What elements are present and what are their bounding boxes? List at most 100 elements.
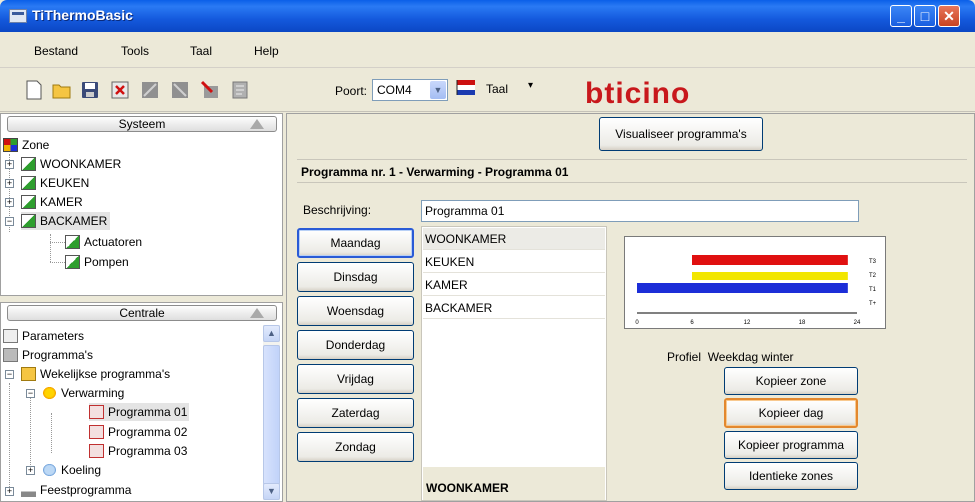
expand-icon[interactable]: + <box>5 179 14 188</box>
centrale-header-label: Centrale <box>119 306 165 320</box>
tree-root-label: Zone <box>22 138 50 152</box>
copy-zone-button[interactable]: Kopieer zone <box>724 367 858 395</box>
tree-verwarming[interactable]: Verwarming <box>42 384 124 402</box>
tree-zone-woonkamer[interactable]: WOONKAMER <box>21 155 121 173</box>
tree-zone-keuken[interactable]: KEUKEN <box>21 174 89 192</box>
zone-list-item[interactable]: KAMER <box>423 274 605 296</box>
menu-tools[interactable]: Tools <box>121 44 149 58</box>
save-icon[interactable] <box>80 80 100 100</box>
day-button-zondag[interactable]: Zondag <box>297 432 414 462</box>
visualize-programs-button[interactable]: Visualiseer programma's <box>599 117 763 151</box>
centrale-header[interactable]: Centrale <box>7 305 277 321</box>
tree-programma-01[interactable]: Programma 01 <box>89 403 190 421</box>
pump-icon <box>65 255 80 269</box>
tree-zone-label: KAMER <box>40 195 83 209</box>
tree-programma-03[interactable]: Programma 03 <box>89 442 187 460</box>
systeem-header[interactable]: Systeem <box>7 116 277 132</box>
send-icon[interactable] <box>140 80 160 100</box>
chart-x-tick: 18 <box>799 320 806 326</box>
tree-zone-backamer[interactable]: BACKAMER <box>21 212 111 230</box>
port-value: COM4 <box>377 83 412 97</box>
menu-help[interactable]: Help <box>254 44 279 58</box>
tree-zone-label: WOONKAMER <box>40 157 122 171</box>
chevron-down-icon[interactable]: ▼ <box>430 81 446 99</box>
day-button-zaterdag[interactable]: Zaterdag <box>297 398 414 428</box>
chart-level-label: T1 <box>869 287 877 293</box>
tree-feestprogramma[interactable]: Feestprogramma <box>21 481 131 499</box>
language-dropdown-icon[interactable]: ▾ <box>528 80 533 91</box>
day-button-woensdag[interactable]: Woensdag <box>297 296 414 326</box>
description-input[interactable]: Programma 01 <box>421 200 859 222</box>
scroll-up-icon[interactable]: ▲ <box>263 325 280 342</box>
identical-zones-button[interactable]: Identieke zones <box>724 462 858 490</box>
receive-icon[interactable] <box>170 80 190 100</box>
transfer-icon[interactable] <box>200 80 220 100</box>
collapse-tree-icon[interactable]: − <box>26 389 35 398</box>
tree-child-label: Pompen <box>84 255 129 269</box>
expand-icon[interactable]: + <box>5 160 14 169</box>
maximize-button[interactable]: □ <box>914 5 936 27</box>
minimize-button[interactable]: _ <box>890 5 912 27</box>
close-button[interactable]: ✕ <box>938 5 960 27</box>
menu-bar: Bestand Tools Taal Help <box>0 32 975 68</box>
new-file-icon[interactable] <box>24 80 44 100</box>
tree-wekelijks-label: Wekelijkse programma's <box>40 367 171 381</box>
copy-day-button[interactable]: Kopieer dag <box>724 398 858 428</box>
expand-icon[interactable]: + <box>5 198 14 207</box>
copy-program-button[interactable]: Kopieer programma <box>724 431 858 459</box>
tree-zone-label: BACKAMER <box>40 214 108 228</box>
menu-taal[interactable]: Taal <box>190 44 212 58</box>
window-title: TiThermoBasic <box>32 7 133 23</box>
zone-list-item[interactable]: WOONKAMER <box>423 228 605 250</box>
zone-list-item[interactable]: KEUKEN <box>423 251 605 273</box>
day-button-donderdag[interactable]: Donderdag <box>297 330 414 360</box>
tree-programmas[interactable]: Programma's <box>3 346 93 364</box>
collapse-tree-icon[interactable]: − <box>5 217 14 226</box>
centrale-scrollbar[interactable]: ▲ ▼ <box>263 325 280 500</box>
day-button-maandag[interactable]: Maandag <box>297 228 414 258</box>
report-icon[interactable] <box>230 80 250 100</box>
tree-parameters-label: Parameters <box>22 329 85 343</box>
chart-x-tick: 24 <box>854 320 861 326</box>
tree-feest-label: Feestprogramma <box>40 483 132 497</box>
tree-pompen[interactable]: Pompen <box>65 253 129 271</box>
snowflake-icon <box>42 463 57 477</box>
chart-level-label: T2 <box>869 273 877 279</box>
zone-list[interactable]: WOONKAMER KEUKEN KAMER BACKAMER WOONKAME… <box>421 226 607 501</box>
zone-icon <box>21 176 36 190</box>
party-icon <box>21 483 36 497</box>
tree-zone-kamer[interactable]: KAMER <box>21 193 83 211</box>
zone-list-item[interactable]: BACKAMER <box>423 297 605 319</box>
collapse-icon[interactable] <box>250 119 264 129</box>
chart-level-label: T+ <box>869 301 877 307</box>
language-label[interactable]: Taal <box>486 82 508 96</box>
tree-zone-label: KEUKEN <box>40 176 90 190</box>
parameters-icon <box>3 329 18 343</box>
systeem-header-label: Systeem <box>118 117 166 131</box>
scroll-down-icon[interactable]: ▼ <box>263 483 280 500</box>
tree-program-label: Programma 01 <box>108 405 188 419</box>
tree-wekelijks[interactable]: Wekelijkse programma's <box>21 365 170 383</box>
day-button-vrijdag[interactable]: Vrijdag <box>297 364 414 394</box>
expand-icon[interactable]: + <box>26 466 35 475</box>
day-button-dinsdag[interactable]: Dinsdag <box>297 262 414 292</box>
chart-bar-t3 <box>692 255 848 265</box>
collapse-icon[interactable] <box>250 308 264 318</box>
port-select[interactable]: COM4 ▼ <box>372 79 448 101</box>
chart-x-tick: 6 <box>690 320 694 326</box>
menu-bestand[interactable]: Bestand <box>34 44 78 58</box>
tree-root-zone[interactable]: Zone <box>3 136 49 154</box>
chart-bar-t1 <box>637 283 848 293</box>
tree-programma-02[interactable]: Programma 02 <box>89 423 187 441</box>
scroll-thumb[interactable] <box>263 345 280 485</box>
collapse-tree-icon[interactable]: − <box>5 370 14 379</box>
zone-icon <box>21 157 36 171</box>
tree-koeling[interactable]: Koeling <box>42 461 101 479</box>
actuator-icon <box>65 235 80 249</box>
flag-icon[interactable] <box>456 78 476 98</box>
delete-icon[interactable] <box>110 80 130 100</box>
tree-parameters[interactable]: Parameters <box>3 327 84 345</box>
open-folder-icon[interactable] <box>52 80 72 100</box>
tree-actuatoren[interactable]: Actuatoren <box>65 233 142 251</box>
expand-icon[interactable]: + <box>5 487 14 496</box>
